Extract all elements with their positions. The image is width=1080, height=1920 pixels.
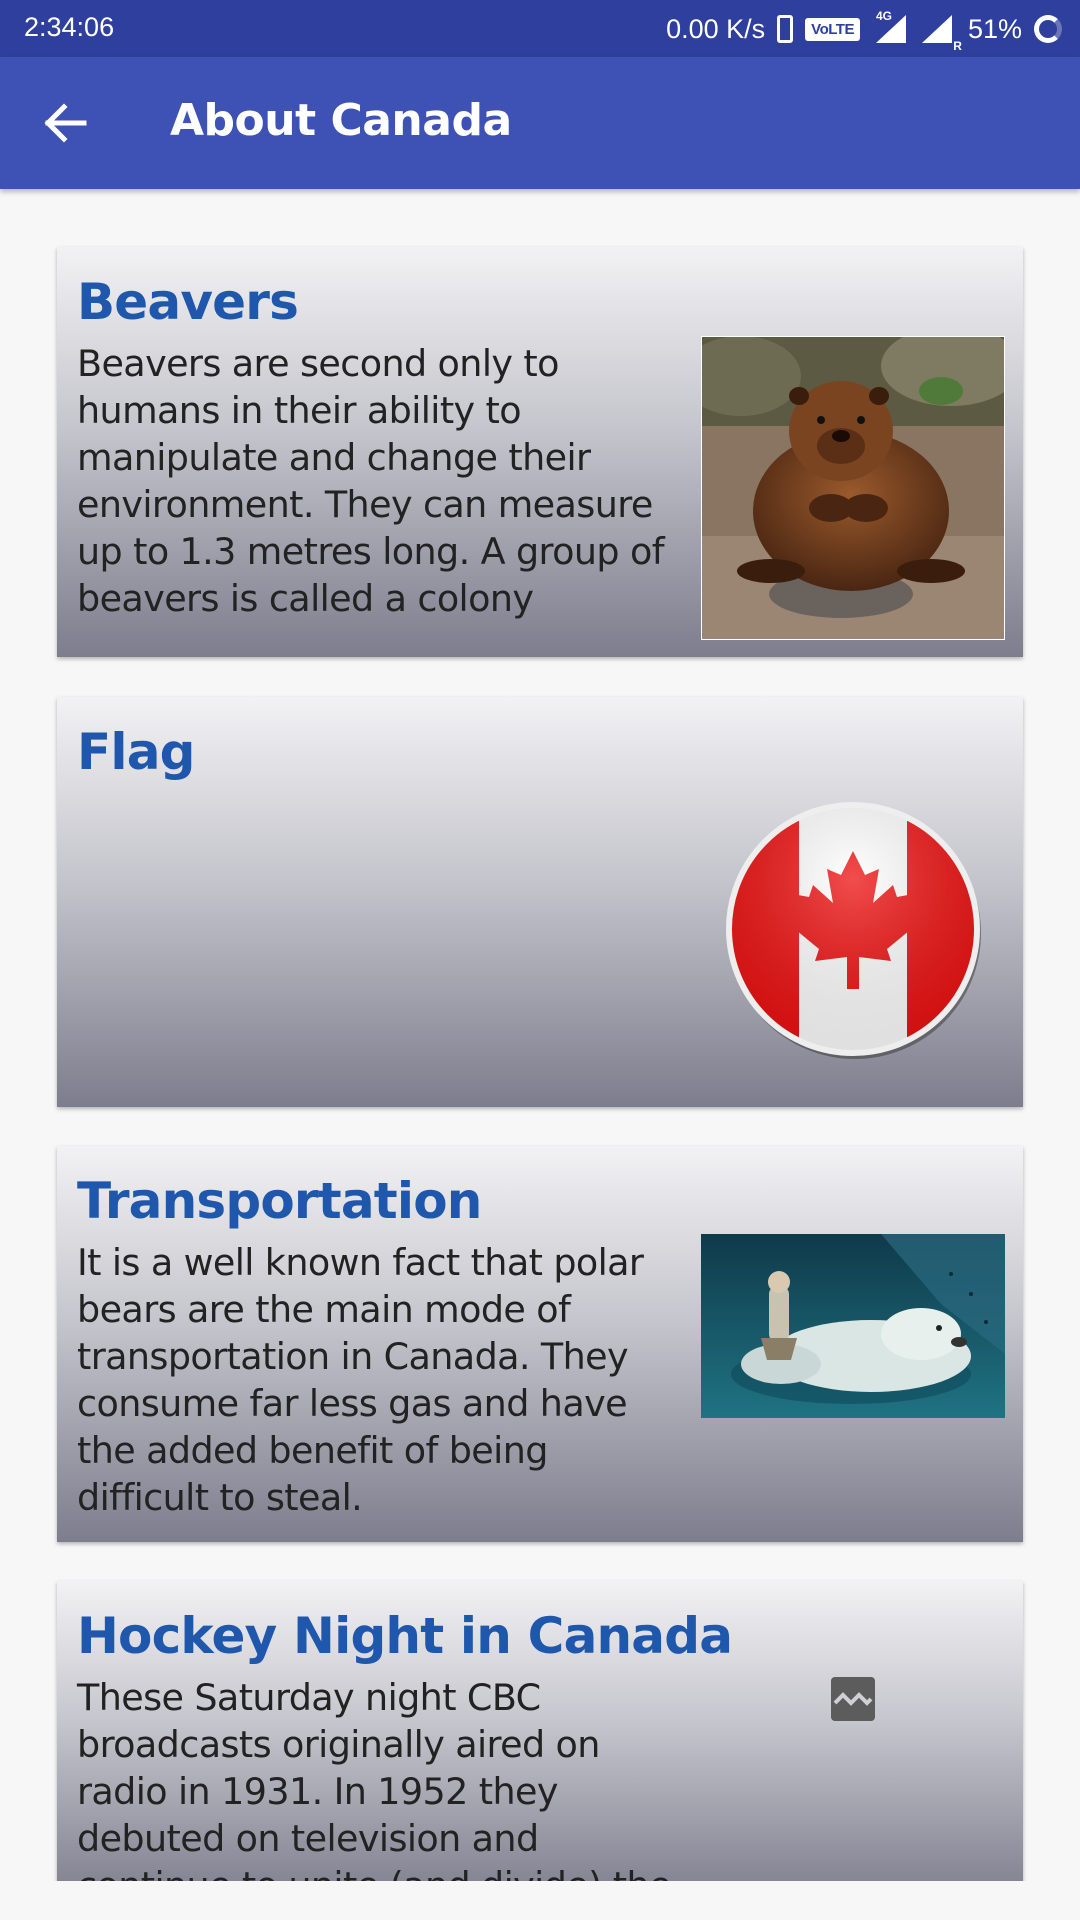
phone-icon xyxy=(777,15,794,43)
signal-4g-icon: 4G xyxy=(872,9,908,45)
broken-image-icon xyxy=(831,1677,875,1721)
app-bar: About Canada xyxy=(0,57,1080,189)
card-beavers[interactable]: Beavers Beavers are second only to human… xyxy=(57,247,1023,657)
card-title: Flag xyxy=(77,723,195,781)
card-title: Hockey Night in Canada xyxy=(77,1607,733,1665)
card-hockey-night[interactable]: Hockey Night in Canada These Saturday ni… xyxy=(57,1581,1023,1881)
arrow-back-icon[interactable] xyxy=(40,97,92,149)
status-icons: 0.00 K/s VoLTE 4G R 51% xyxy=(666,8,1062,53)
page-title: About Canada xyxy=(170,95,512,146)
card-description: It is a well known fact that polar bears… xyxy=(77,1241,644,1519)
card-flag[interactable]: Flag xyxy=(57,697,1023,1107)
beaver-photo xyxy=(701,336,1005,640)
card-description: Beavers are second only to humans in the… xyxy=(77,342,665,620)
network-speed: 0.00 K/s xyxy=(666,13,766,44)
polar-bear-photo xyxy=(701,1234,1005,1418)
card-title: Transportation xyxy=(77,1172,482,1230)
signal-roaming-icon: R xyxy=(920,13,962,53)
battery-percentage: 51% xyxy=(967,13,1022,44)
card-transportation[interactable]: Transportation It is a well known fact t… xyxy=(57,1146,1023,1542)
status-time: 2:34:06 xyxy=(24,12,115,42)
card-description: These Saturday night CBC broadcasts orig… xyxy=(77,1676,671,1881)
card-list[interactable]: Beavers Beavers are second only to human… xyxy=(0,189,1080,1881)
network-type-label: 4G xyxy=(875,9,892,23)
canada-flag-icon xyxy=(721,799,985,1063)
status-bar: 2:34:06 0.00 K/s VoLTE 4G R 51% xyxy=(0,0,1080,57)
card-title: Beavers xyxy=(77,273,299,331)
roaming-label: R xyxy=(953,39,962,53)
bottom-background xyxy=(0,1881,1080,1920)
volte-badge: VoLTE xyxy=(805,17,860,41)
battery-icon xyxy=(1034,15,1062,43)
